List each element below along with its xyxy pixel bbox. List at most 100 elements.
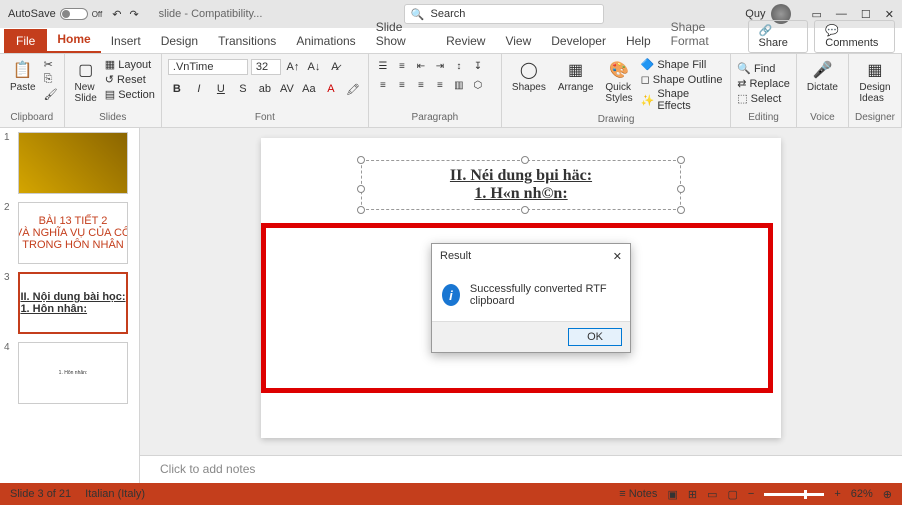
notes-toggle[interactable]: ≡ Notes — [619, 488, 657, 500]
smartart-button[interactable]: ⬡ — [470, 77, 486, 93]
bullets-button[interactable]: ☰ — [375, 58, 391, 74]
arrange-button[interactable]: ▦Arrange — [554, 58, 598, 95]
slide-counter[interactable]: Slide 3 of 21 — [10, 488, 71, 500]
spacing-button[interactable]: AV — [278, 80, 296, 98]
tab-slideshow[interactable]: Slide Show — [366, 15, 436, 53]
design-ideas-button[interactable]: ▦Design Ideas — [855, 58, 895, 106]
quick-styles-button[interactable]: 🎨Quick Styles — [601, 58, 636, 106]
notes-pane[interactable]: Click to add notes — [140, 455, 902, 483]
dialog-close-icon[interactable]: ✕ — [613, 250, 622, 263]
resize-handle[interactable] — [357, 185, 365, 193]
font-color-button[interactable]: A — [322, 80, 340, 98]
decrease-font-icon[interactable]: A↓ — [305, 58, 323, 76]
align-right-button[interactable]: ≡ — [413, 77, 429, 93]
shape-effects-button[interactable]: ✨ Shape Effects — [641, 88, 725, 112]
shapes-button[interactable]: ◯Shapes — [508, 58, 550, 95]
shape-outline-button[interactable]: ◻ Shape Outline — [641, 73, 725, 86]
case-button[interactable]: Aa — [300, 80, 318, 98]
font-size-select[interactable] — [251, 59, 281, 75]
tab-animations[interactable]: Animations — [286, 29, 365, 53]
line-spacing-button[interactable]: ↕ — [451, 58, 467, 74]
reset-button[interactable]: ↺ Reset — [105, 73, 155, 86]
highlight-button[interactable]: 🖍 — [344, 80, 362, 98]
reading-view-icon[interactable]: ▭ — [707, 488, 717, 501]
textbox-selected[interactable]: II. Néi dung bµi häc: 1. H«n nh©n: — [361, 160, 681, 210]
tab-home[interactable]: Home — [47, 27, 100, 53]
indent-dec-button[interactable]: ⇤ — [413, 58, 429, 74]
minimize-icon[interactable]: — — [836, 8, 847, 21]
section-button[interactable]: ▤ Section — [105, 88, 155, 101]
columns-button[interactable]: ▥ — [451, 77, 467, 93]
tab-help[interactable]: Help — [616, 29, 661, 53]
comments-button[interactable]: 💬 Comments — [814, 20, 895, 53]
normal-view-icon[interactable]: ▣ — [667, 488, 677, 501]
shadow-button[interactable]: ab — [256, 80, 274, 98]
tab-shape-format[interactable]: Shape Format — [661, 15, 745, 53]
resize-handle[interactable] — [677, 206, 685, 214]
zoom-level[interactable]: 62% — [851, 488, 873, 500]
new-slide-button[interactable]: ▢New Slide — [71, 58, 101, 106]
tab-transitions[interactable]: Transitions — [208, 29, 286, 53]
resize-handle[interactable] — [521, 206, 529, 214]
copy-button[interactable]: ⎘ — [44, 73, 58, 86]
group-label: Font — [168, 112, 362, 123]
format-painter-button[interactable]: 🖌 — [44, 88, 58, 101]
tab-design[interactable]: Design — [151, 29, 208, 53]
numbering-button[interactable]: ≡ — [394, 58, 410, 74]
resize-handle[interactable] — [521, 156, 529, 164]
fit-window-icon[interactable]: ⊕ — [883, 488, 892, 501]
clear-format-icon[interactable]: A̷ — [326, 58, 344, 76]
zoom-slider[interactable] — [764, 493, 824, 496]
layout-button[interactable]: ▦ Layout — [105, 58, 155, 71]
language-indicator[interactable]: Italian (Italy) — [85, 488, 145, 500]
tab-view[interactable]: View — [495, 29, 541, 53]
find-button[interactable]: 🔍 Find — [737, 62, 790, 75]
tab-review[interactable]: Review — [436, 29, 495, 53]
slide-canvas[interactable]: II. Néi dung bµi häc: 1. H«n nh©n: Resul… — [140, 128, 902, 455]
slide-thumb-2[interactable]: BÀI 13 TIẾT 2 QUYỀN VÀ NGHĨA VỤ CỦA CÔNG… — [18, 202, 128, 264]
resize-handle[interactable] — [357, 156, 365, 164]
dictate-button[interactable]: 🎤Dictate — [803, 58, 842, 95]
dialog-title: Result — [440, 250, 471, 263]
slideshow-view-icon[interactable]: ▢ — [727, 488, 737, 501]
shape-fill-button[interactable]: 🔷 Shape Fill — [641, 58, 725, 71]
paste-button[interactable]: 📋Paste — [6, 58, 40, 95]
font-name-select[interactable] — [168, 59, 248, 75]
bold-button[interactable]: B — [168, 80, 186, 98]
cut-button[interactable]: ✂ — [44, 58, 58, 71]
ribbon-options-icon[interactable]: ▭ — [811, 8, 821, 21]
tab-developer[interactable]: Developer — [541, 29, 616, 53]
zoom-out-icon[interactable]: − — [748, 488, 754, 500]
share-button[interactable]: 🔗 Share — [748, 20, 809, 53]
resize-handle[interactable] — [677, 156, 685, 164]
resize-handle[interactable] — [677, 185, 685, 193]
redo-icon[interactable]: ↷ — [129, 8, 138, 21]
underline-button[interactable]: U — [212, 80, 230, 98]
italic-button[interactable]: I — [190, 80, 208, 98]
slide[interactable]: II. Néi dung bµi häc: 1. H«n nh©n: Resul… — [261, 138, 781, 438]
resize-handle[interactable] — [357, 206, 365, 214]
tab-insert[interactable]: Insert — [101, 29, 151, 53]
justify-button[interactable]: ≡ — [432, 77, 448, 93]
ok-button[interactable]: OK — [568, 328, 622, 346]
align-center-button[interactable]: ≡ — [394, 77, 410, 93]
toggle-switch[interactable] — [60, 8, 88, 20]
close-icon[interactable]: ✕ — [885, 8, 894, 21]
select-button[interactable]: ⬚ Select — [737, 92, 790, 105]
slide-thumb-3[interactable]: II. Nội dung bài học: 1. Hôn nhân: — [18, 272, 128, 334]
tab-file[interactable]: File — [4, 29, 47, 53]
sorter-view-icon[interactable]: ⊞ — [688, 488, 697, 501]
slide-thumb-1[interactable] — [18, 132, 128, 194]
text-direction-button[interactable]: ↧ — [470, 58, 486, 74]
strike-button[interactable]: S — [234, 80, 252, 98]
increase-font-icon[interactable]: A↑ — [284, 58, 302, 76]
zoom-in-icon[interactable]: + — [834, 488, 840, 500]
align-left-button[interactable]: ≡ — [375, 77, 391, 93]
replace-button[interactable]: ⇄ Replace — [737, 77, 790, 90]
thumbnail-panel[interactable]: 1 2BÀI 13 TIẾT 2 QUYỀN VÀ NGHĨA VỤ CỦA C… — [0, 128, 140, 483]
slide-thumb-4[interactable]: 1. Hôn nhân: — [18, 342, 128, 404]
maximize-icon[interactable]: ☐ — [861, 8, 871, 21]
undo-icon[interactable]: ↶ — [112, 8, 121, 21]
autosave-toggle[interactable]: AutoSave Off — [8, 8, 102, 20]
indent-inc-button[interactable]: ⇥ — [432, 58, 448, 74]
